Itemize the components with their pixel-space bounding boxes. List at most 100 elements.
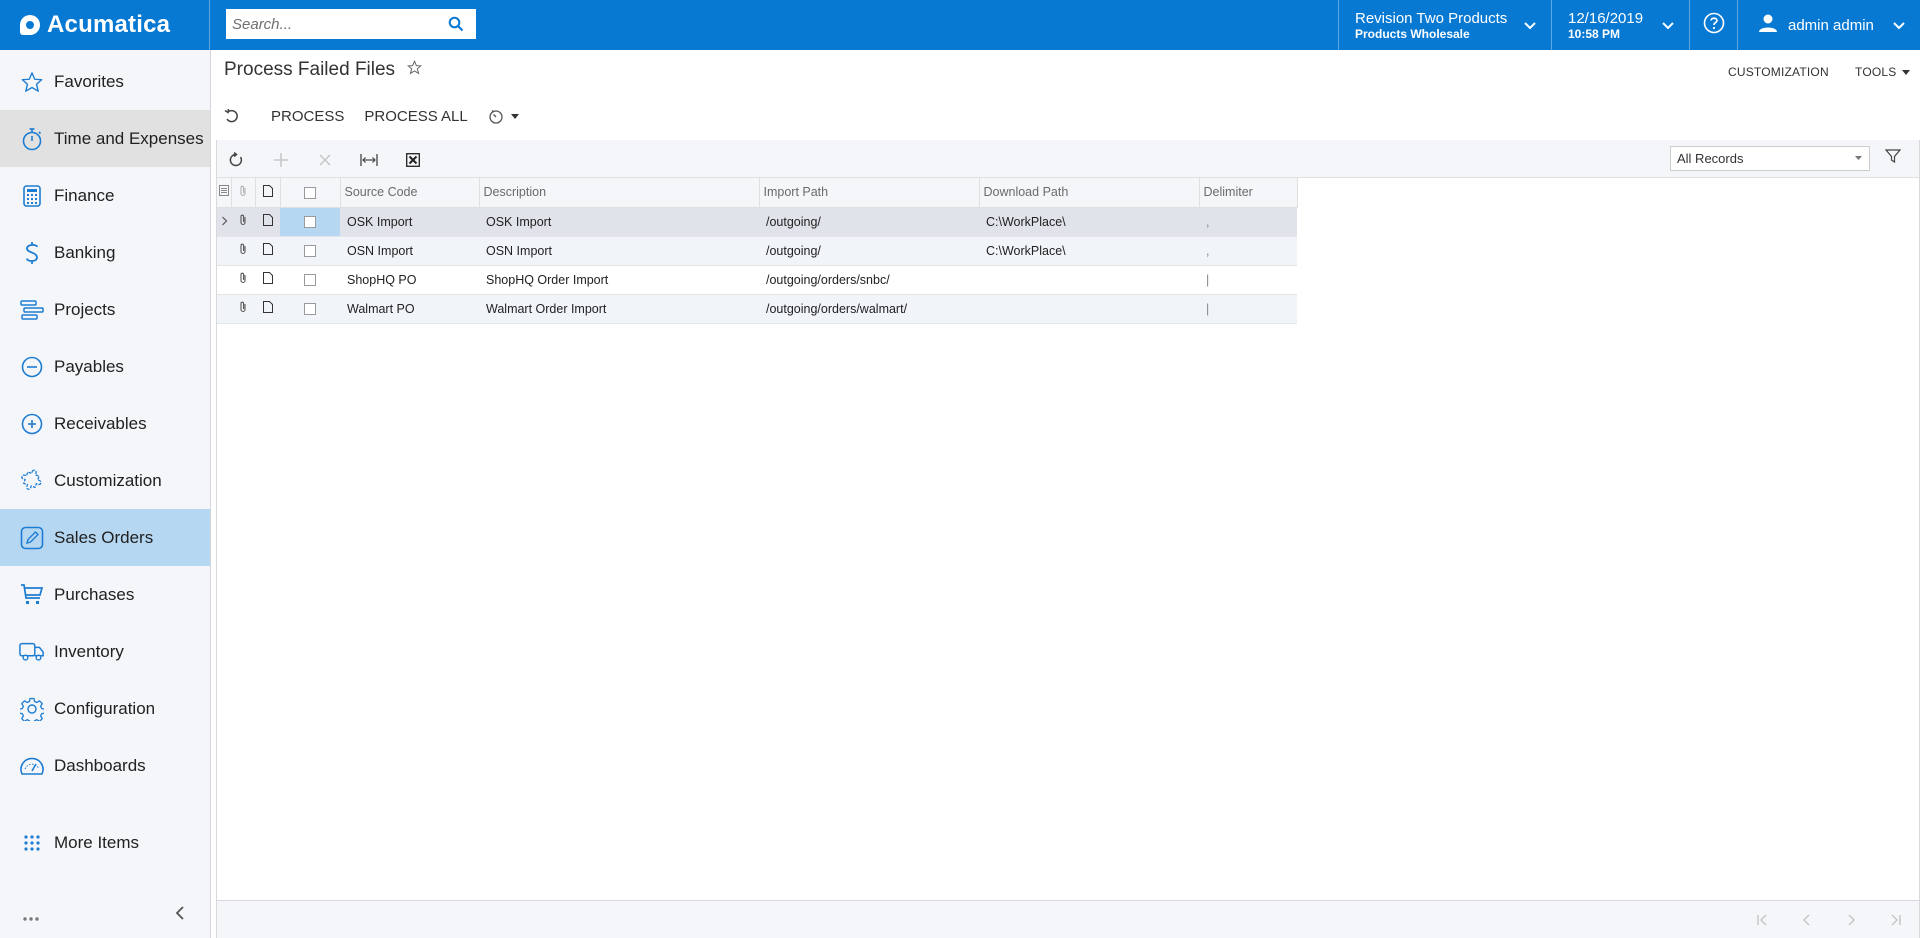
row-checkbox[interactable] bbox=[304, 245, 316, 258]
process-button[interactable]: PROCESS bbox=[271, 108, 344, 125]
files-cell[interactable] bbox=[231, 294, 255, 324]
help-button[interactable] bbox=[1689, 0, 1737, 50]
sidebar-item-purchases[interactable]: Purchases bbox=[0, 566, 210, 623]
sidebar-item-receivables[interactable]: Receivables bbox=[0, 395, 210, 452]
more-options-icon[interactable] bbox=[22, 909, 40, 927]
files-cell[interactable] bbox=[231, 236, 255, 266]
column-header[interactable]: Delimiter bbox=[1199, 178, 1298, 208]
sidebar-item-configuration[interactable]: Configuration bbox=[0, 680, 210, 737]
business-date-selector[interactable]: 12/16/2019 10:58 PM bbox=[1551, 0, 1689, 50]
column-header[interactable]: Import Path bbox=[759, 178, 980, 208]
select-cell[interactable] bbox=[280, 294, 340, 324]
delimiter-cell[interactable]: | bbox=[1199, 265, 1297, 295]
tools-menu[interactable]: TOOLS bbox=[1855, 65, 1911, 79]
delimiter-cell[interactable]: | bbox=[1199, 294, 1297, 324]
row-indicator[interactable] bbox=[217, 294, 231, 324]
row-selector-header[interactable] bbox=[217, 178, 232, 208]
sidebar-item-sales-orders[interactable]: Sales Orders bbox=[0, 509, 210, 566]
notes-cell[interactable] bbox=[255, 294, 280, 324]
files-cell[interactable] bbox=[231, 207, 255, 237]
source-code-cell[interactable]: ShopHQ PO bbox=[340, 265, 479, 295]
row-checkbox[interactable] bbox=[304, 303, 316, 316]
notes-cell[interactable] bbox=[255, 265, 280, 295]
customization-menu[interactable]: CUSTOMIZATION bbox=[1728, 65, 1829, 79]
import-path-cell[interactable]: /outgoing/ bbox=[759, 207, 979, 237]
filter-settings-icon[interactable] bbox=[1884, 148, 1902, 169]
import-path-cell[interactable]: /outgoing/orders/snbc/ bbox=[759, 265, 979, 295]
sidebar-item-inventory[interactable]: Inventory bbox=[0, 623, 210, 680]
sidebar-item-finance[interactable]: Finance bbox=[0, 167, 210, 224]
row-selected-chevron-icon bbox=[221, 216, 227, 225]
description-cell[interactable]: OSN Import bbox=[479, 236, 759, 266]
user-menu[interactable]: admin admin bbox=[1737, 0, 1920, 50]
description-cell[interactable]: OSK Import bbox=[479, 207, 759, 237]
first-page-button[interactable] bbox=[1754, 912, 1772, 928]
table-row[interactable]: OSK Import OSK Import /outgoing/ C:\Work… bbox=[217, 207, 1297, 237]
files-cell[interactable] bbox=[231, 265, 255, 295]
download-path-cell[interactable]: C:\WorkPlace\ bbox=[979, 236, 1199, 266]
download-path-cell[interactable]: C:\WorkPlace\ bbox=[979, 207, 1199, 237]
sidebar-item-dashboards[interactable]: Dashboards bbox=[0, 737, 210, 794]
logo[interactable]: Acumatica bbox=[0, 0, 210, 50]
delimiter-cell[interactable]: , bbox=[1199, 207, 1297, 237]
business-time: 10:58 PM bbox=[1568, 26, 1621, 41]
sidebar-item-time-and-expenses[interactable]: Time and Expenses bbox=[0, 110, 210, 167]
column-header[interactable]: Download Path bbox=[979, 178, 1200, 208]
collapse-sidebar-icon[interactable] bbox=[174, 905, 186, 926]
notes-cell[interactable] bbox=[255, 236, 280, 266]
delete-row-button[interactable] bbox=[314, 149, 336, 171]
table-row[interactable]: Walmart PO Walmart Order Import /outgoin… bbox=[217, 294, 1297, 324]
download-path-cell[interactable] bbox=[979, 294, 1199, 324]
sidebar-item-favorites[interactable]: Favorites bbox=[0, 53, 210, 110]
description-cell[interactable]: Walmart Order Import bbox=[479, 294, 759, 324]
previous-page-button[interactable] bbox=[1798, 912, 1816, 928]
schedule-menu-button[interactable] bbox=[488, 108, 519, 124]
row-indicator[interactable] bbox=[217, 207, 231, 237]
download-path-cell[interactable] bbox=[979, 265, 1199, 295]
row-indicator[interactable] bbox=[217, 265, 231, 295]
import-path-cell[interactable]: /outgoing/orders/walmart/ bbox=[759, 294, 979, 324]
search-input[interactable] bbox=[226, 10, 441, 38]
caret-down-icon bbox=[1855, 156, 1862, 160]
note-icon bbox=[262, 243, 273, 255]
calculator-icon bbox=[19, 183, 45, 209]
row-checkbox[interactable] bbox=[304, 274, 316, 287]
sidebar-item-banking[interactable]: Banking bbox=[0, 224, 210, 281]
source-code-cell[interactable]: Walmart PO bbox=[340, 294, 479, 324]
select-cell[interactable] bbox=[280, 207, 340, 237]
notes-cell[interactable] bbox=[255, 207, 280, 237]
select-all-header[interactable] bbox=[280, 178, 341, 208]
select-cell[interactable] bbox=[280, 265, 340, 295]
description-cell[interactable]: ShopHQ Order Import bbox=[479, 265, 759, 295]
delimiter-cell[interactable]: , bbox=[1199, 236, 1297, 266]
select-all-checkbox[interactable] bbox=[304, 186, 316, 199]
fit-to-screen-button[interactable] bbox=[358, 149, 380, 171]
sidebar-item-more-items[interactable]: More Items bbox=[0, 814, 210, 871]
source-code-cell[interactable]: OSK Import bbox=[340, 207, 479, 237]
row-checkbox[interactable] bbox=[304, 216, 316, 229]
column-header[interactable]: Description bbox=[479, 178, 760, 208]
table-row[interactable]: OSN Import OSN Import /outgoing/ C:\Work… bbox=[217, 236, 1297, 266]
branch-selector[interactable]: Revision Two Products Products Wholesale bbox=[1338, 0, 1551, 50]
truck-icon bbox=[19, 639, 45, 665]
refresh-button[interactable] bbox=[225, 149, 247, 171]
select-cell[interactable] bbox=[280, 236, 340, 266]
column-header[interactable]: Source Code bbox=[340, 178, 480, 208]
process-all-button[interactable]: PROCESS ALL bbox=[364, 108, 467, 125]
sidebar-item-customization[interactable]: Customization bbox=[0, 452, 210, 509]
filter-select[interactable]: All Records bbox=[1670, 146, 1870, 171]
table-row[interactable]: ShopHQ PO ShopHQ Order Import /outgoing/… bbox=[217, 265, 1297, 295]
next-page-button[interactable] bbox=[1842, 912, 1860, 928]
row-indicator[interactable] bbox=[217, 236, 231, 266]
add-row-button[interactable] bbox=[270, 149, 292, 171]
sidebar-item-payables[interactable]: Payables bbox=[0, 338, 210, 395]
files-column-header bbox=[231, 178, 256, 208]
source-code-cell[interactable]: OSN Import bbox=[340, 236, 479, 266]
search-icon[interactable] bbox=[441, 9, 471, 39]
add-to-favorites-icon[interactable] bbox=[407, 59, 423, 81]
sidebar-item-projects[interactable]: Projects bbox=[0, 281, 210, 338]
last-page-button[interactable] bbox=[1886, 912, 1904, 928]
import-path-cell[interactable]: /outgoing/ bbox=[759, 236, 979, 266]
export-excel-button[interactable] bbox=[402, 149, 424, 171]
undo-button[interactable] bbox=[224, 109, 246, 123]
